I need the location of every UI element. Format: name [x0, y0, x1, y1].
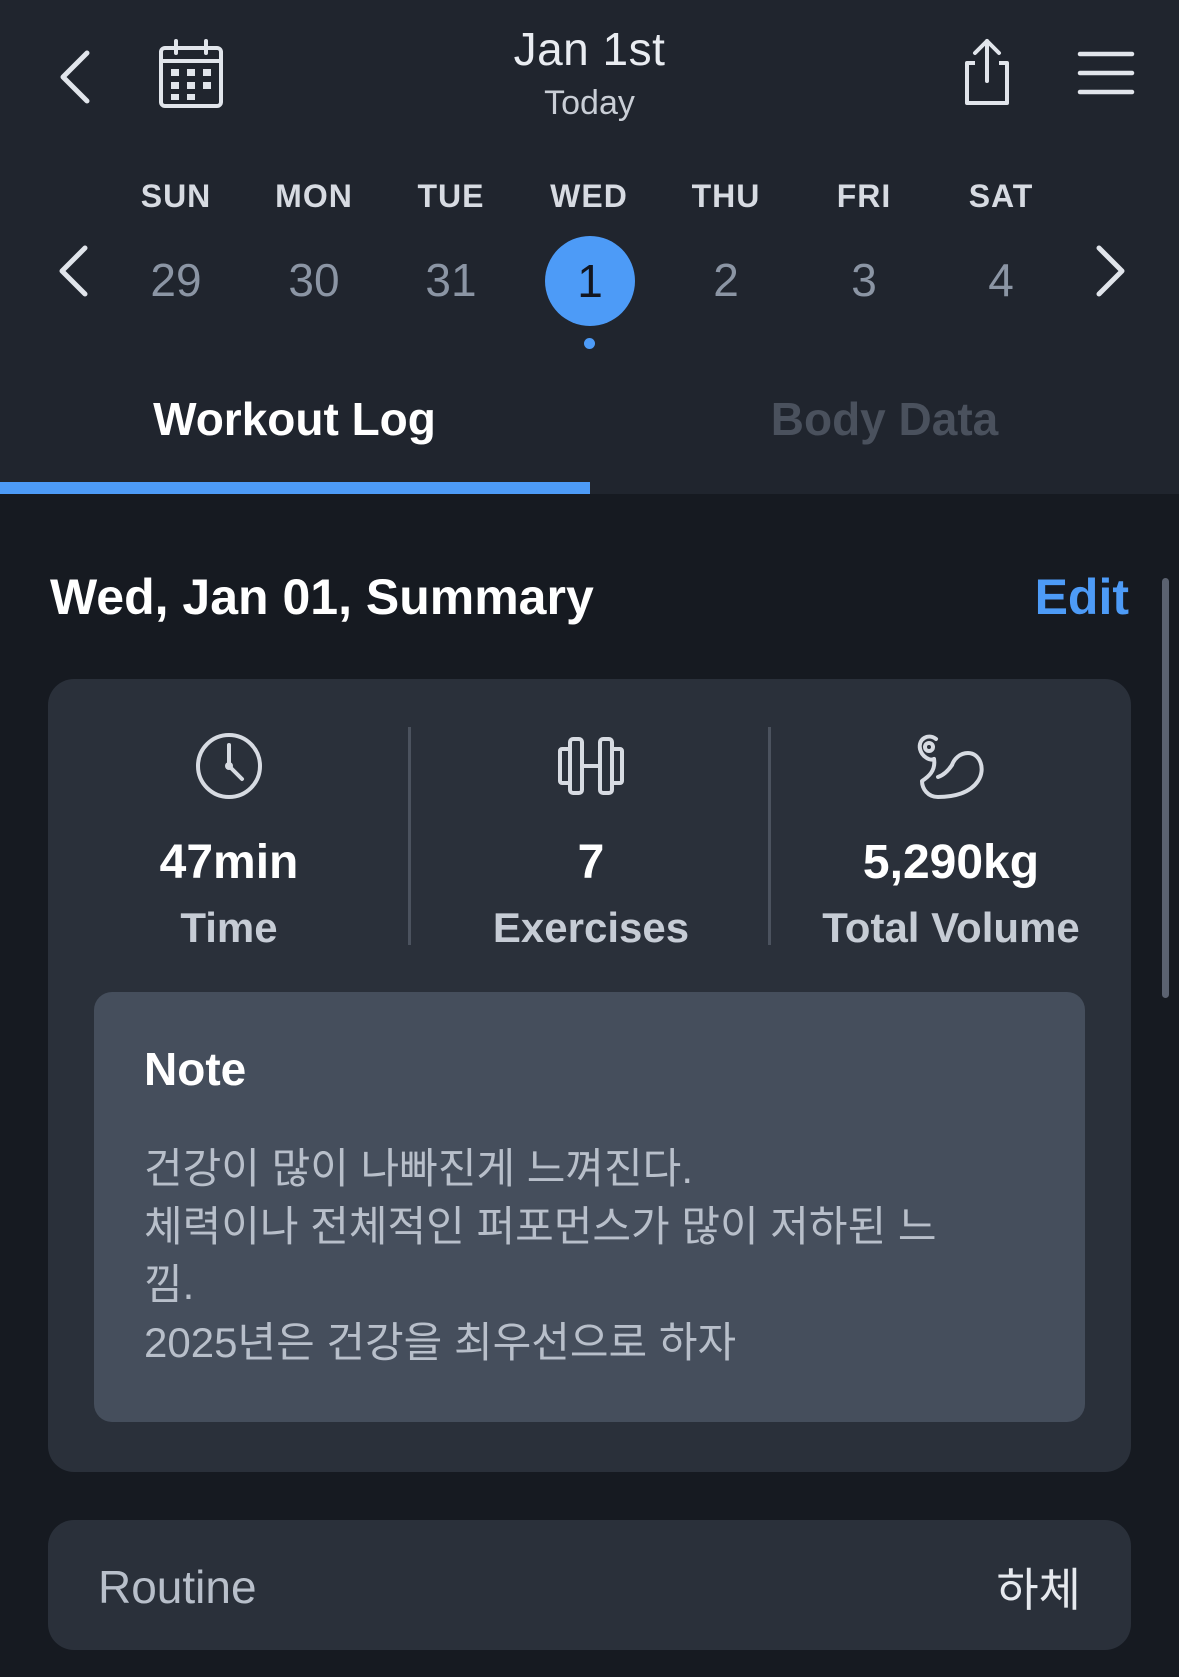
date-cell[interactable]: 29 — [126, 230, 226, 330]
share-button[interactable] — [958, 36, 1016, 108]
day-label: MON — [275, 178, 353, 214]
workout-indicator-dot — [584, 338, 595, 349]
note-body: 건강이 많이 나빠진게 느껴진다. 체력이나 전체적인 퍼포먼스가 많이 저하된… — [144, 1145, 937, 1366]
day-label: TUE — [417, 178, 485, 214]
date-cell-selected[interactable]: 1 — [545, 236, 635, 326]
menu-button[interactable] — [1076, 46, 1136, 100]
tab-body-data[interactable]: Body Data — [590, 392, 1179, 462]
stat-value: 47min — [159, 836, 299, 889]
clock-icon — [48, 729, 410, 803]
tab-workout-log[interactable]: Workout Log — [0, 392, 589, 462]
dumbbell-icon — [410, 729, 772, 803]
share-icon — [965, 39, 1009, 105]
prev-week-button[interactable] — [48, 236, 98, 306]
day-label: WED — [550, 178, 628, 214]
summary-header: Wed, Jan 01, Summary Edit — [50, 568, 1129, 632]
date-cell[interactable]: 3 — [814, 230, 914, 330]
date-cell[interactable]: 31 — [401, 230, 501, 330]
routine-label: Routine — [98, 1561, 257, 1613]
stat-value: 7 — [577, 836, 605, 889]
day-label: THU — [691, 178, 761, 214]
stat-value: 5,290kg — [862, 836, 1040, 889]
summary-card: 47min Time 7 Exercises 5,290kg Total Vol… — [48, 679, 1131, 1472]
stat-total-volume: 5,290kg Total Volume — [770, 729, 1132, 969]
date-cell[interactable]: 30 — [264, 230, 364, 330]
week-day-labels: SUN MON TUE WED THU FRI SAT — [0, 178, 1179, 222]
stat-label: Time — [180, 904, 278, 951]
stat-time: 47min Time — [48, 729, 410, 969]
routine-row[interactable]: Routine 하체 — [48, 1520, 1131, 1650]
hamburger-menu-icon — [1077, 51, 1135, 95]
note-title: Note — [144, 1043, 247, 1095]
summary-title: Wed, Jan 01, Summary — [50, 569, 594, 625]
edit-button[interactable]: Edit — [1035, 568, 1129, 626]
flexed-bicep-icon — [770, 729, 1132, 803]
stat-label: Total Volume — [822, 904, 1080, 951]
note-box[interactable]: Note 건강이 많이 나빠진게 느껴진다. 체력이나 전체적인 퍼포먼스가 많… — [94, 992, 1085, 1422]
day-label: FRI — [836, 178, 892, 214]
next-week-button[interactable] — [1086, 236, 1136, 306]
header-area: Jan 1st Today SUN MON TUE WED THU FRI SA… — [0, 0, 1179, 494]
routine-value: 하체 — [996, 1564, 1081, 1616]
date-cell[interactable]: 4 — [951, 230, 1051, 330]
scrollbar[interactable] — [1162, 578, 1169, 998]
active-tab-indicator — [0, 482, 590, 494]
chevron-right-icon — [1096, 245, 1125, 297]
stat-label: Exercises — [492, 904, 690, 951]
stat-exercises: 7 Exercises — [410, 729, 772, 969]
day-label: SUN — [140, 178, 212, 214]
day-label: SAT — [968, 178, 1034, 214]
chevron-left-icon — [59, 245, 88, 297]
date-cell[interactable]: 2 — [676, 230, 776, 330]
